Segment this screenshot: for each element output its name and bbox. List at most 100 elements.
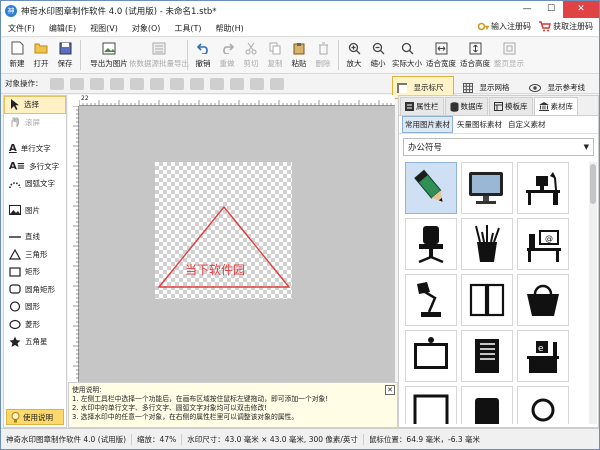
layer-up-icon[interactable] bbox=[169, 77, 184, 90]
tool-image[interactable]: 图片 bbox=[4, 202, 66, 220]
help-close-icon[interactable]: ✕ bbox=[385, 385, 395, 395]
align-top-icon[interactable] bbox=[109, 77, 124, 90]
send-back-icon[interactable] bbox=[229, 77, 244, 90]
menu-object[interactable]: 对象(O) bbox=[125, 23, 168, 34]
tool-select[interactable]: 选择 bbox=[4, 96, 66, 114]
zoom-out-label: 缩小 bbox=[370, 59, 386, 68]
tool-multi-text[interactable]: A≡ 多行文字 bbox=[4, 158, 66, 176]
tool-single-text[interactable]: A 单行文字 bbox=[4, 140, 66, 158]
align-middle-icon[interactable] bbox=[129, 77, 144, 90]
material-desk-lamp[interactable] bbox=[405, 274, 457, 326]
tab-templates[interactable]: 模板库 bbox=[489, 97, 533, 115]
material-workstation[interactable]: @ bbox=[517, 218, 569, 270]
status-app: 神奇水印图章制作软件 4.0 (试用版) bbox=[1, 433, 133, 445]
properties-icon bbox=[405, 102, 414, 111]
grid-icon bbox=[462, 82, 473, 93]
maximize-icon[interactable]: ☐ bbox=[539, 1, 563, 18]
tool-divider bbox=[4, 131, 66, 140]
watermark-shapes bbox=[157, 205, 291, 288]
zoom-out-button[interactable]: 缩小 bbox=[366, 38, 390, 72]
zoom-in-button[interactable]: 放大 bbox=[342, 38, 366, 72]
material-board[interactable] bbox=[405, 330, 457, 382]
canvas-area[interactable]: 当下软件园 bbox=[79, 106, 395, 382]
tool-scroll[interactable]: 滚屏 bbox=[4, 114, 66, 132]
tool-diamond[interactable]: 菱形 bbox=[4, 316, 66, 334]
layer-down-icon[interactable] bbox=[189, 77, 204, 90]
tab-database[interactable]: 数据库 bbox=[444, 97, 488, 115]
buy-key-button[interactable]: 获取注册码 bbox=[539, 21, 593, 32]
save-button[interactable]: 保存 bbox=[53, 38, 77, 72]
menu-file[interactable]: 文件(F) bbox=[1, 23, 42, 34]
export-image-button[interactable]: 导出为图片 bbox=[84, 38, 134, 72]
material-monitor[interactable] bbox=[461, 162, 513, 214]
material-desk[interactable] bbox=[517, 162, 569, 214]
material-book[interactable] bbox=[461, 330, 513, 382]
align-bottom-icon[interactable] bbox=[149, 77, 164, 90]
minimize-icon[interactable]: — bbox=[515, 1, 539, 18]
delete-button[interactable]: 删除 bbox=[311, 38, 335, 72]
export-image-icon bbox=[102, 41, 116, 55]
copy-icon bbox=[268, 41, 282, 55]
single-text-icon: A bbox=[9, 143, 17, 155]
align-left-icon[interactable] bbox=[49, 77, 64, 90]
actual-size-button[interactable]: 实际大小 bbox=[390, 38, 424, 72]
enter-key-button[interactable]: 输入注册码 bbox=[478, 21, 531, 32]
menu-bar: 文件(F) 编辑(E) 视图(V) 对象(O) 工具(T) 帮助(H) 输入注册… bbox=[1, 20, 599, 37]
whole-page-button[interactable]: 整页显示 bbox=[492, 38, 526, 72]
subtab-custom[interactable]: 自定义素材 bbox=[506, 117, 548, 132]
help-button[interactable]: 使用说明 bbox=[6, 409, 64, 425]
batch-export-button[interactable]: 依数据源批量导出 bbox=[129, 38, 189, 72]
cut-button[interactable]: 剪切 bbox=[239, 38, 263, 72]
category-select[interactable]: 办公符号 ▼ bbox=[403, 138, 594, 156]
redo-button[interactable]: 重做 bbox=[215, 38, 239, 72]
menu-tools[interactable]: 工具(T) bbox=[167, 23, 208, 34]
align-center-icon[interactable] bbox=[69, 77, 84, 90]
tool-triangle[interactable]: 三角形 bbox=[4, 246, 66, 264]
material-magnifier[interactable] bbox=[517, 386, 569, 424]
help-button-label: 使用说明 bbox=[23, 412, 53, 422]
show-guides-label: 显示参考线 bbox=[547, 83, 586, 92]
bulb-icon bbox=[11, 411, 20, 422]
ungroup-icon[interactable] bbox=[269, 77, 284, 90]
material-pencil[interactable] bbox=[405, 162, 457, 214]
copy-button[interactable]: 复制 bbox=[263, 38, 287, 72]
bring-front-icon[interactable] bbox=[209, 77, 224, 90]
menu-edit[interactable]: 编辑(E) bbox=[42, 23, 83, 34]
material-chair[interactable] bbox=[405, 218, 457, 270]
fit-height-button[interactable]: 适合高度 bbox=[458, 38, 492, 72]
align-right-icon[interactable] bbox=[89, 77, 104, 90]
paste-button[interactable]: 粘贴 bbox=[287, 38, 311, 72]
undo-icon bbox=[196, 41, 210, 55]
open-button[interactable]: 打开 bbox=[29, 38, 53, 72]
new-button[interactable]: 新建 bbox=[5, 38, 29, 72]
tool-star[interactable]: 五角星 bbox=[4, 333, 66, 351]
subtab-common-images[interactable]: 常用图片素材 bbox=[402, 116, 453, 133]
material-scrollbar[interactable] bbox=[589, 162, 597, 424]
subtab-vector-icons[interactable]: 矢量图标素材 bbox=[455, 117, 504, 132]
tab-materials[interactable]: 素材库 bbox=[533, 97, 578, 115]
tool-rounded-rect[interactable]: 圆角矩形 bbox=[4, 281, 66, 299]
redo-label: 重做 bbox=[219, 59, 235, 68]
scrollbar-thumb[interactable] bbox=[590, 164, 596, 204]
menu-help[interactable]: 帮助(H) bbox=[209, 23, 251, 34]
material-pen-holder[interactable] bbox=[461, 218, 513, 270]
tab-properties[interactable]: 属性栏 bbox=[400, 97, 444, 115]
group-icon[interactable] bbox=[249, 77, 264, 90]
template-icon bbox=[494, 102, 503, 111]
tool-arc-text[interactable]: 圆弧文字 bbox=[4, 175, 66, 193]
material-shelf[interactable]: e bbox=[517, 330, 569, 382]
material-basket[interactable] bbox=[517, 274, 569, 326]
menu-view[interactable]: 视图(V) bbox=[83, 23, 125, 34]
fit-width-button[interactable]: 适合宽度 bbox=[424, 38, 458, 72]
help-line-3: 3. 选择水印中的任意一个对象，在右侧的属性栏里可以调整该对象的属性。 bbox=[72, 413, 299, 421]
material-frame[interactable] bbox=[405, 386, 457, 424]
undo-button[interactable]: 撤销 bbox=[191, 38, 215, 72]
material-notebook[interactable] bbox=[461, 274, 513, 326]
close-icon[interactable]: ✕ bbox=[563, 1, 599, 18]
tool-circle[interactable]: 圆形 bbox=[4, 298, 66, 316]
watermark-text[interactable]: 当下软件园 bbox=[185, 261, 245, 278]
tool-line[interactable]: 直线 bbox=[4, 228, 66, 246]
material-phone[interactable] bbox=[461, 386, 513, 424]
tool-rectangle[interactable]: 矩形 bbox=[4, 263, 66, 281]
triangle-icon bbox=[9, 248, 21, 260]
